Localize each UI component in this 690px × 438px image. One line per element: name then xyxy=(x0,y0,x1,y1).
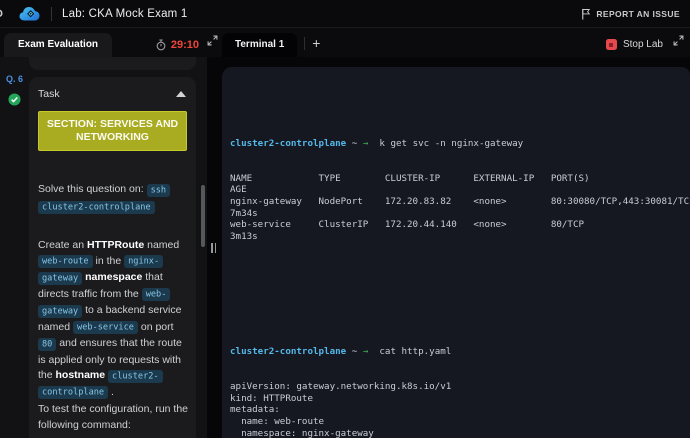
exam-timer: 29:10 xyxy=(155,39,199,57)
lab-title: Lab: CKA Mock Exam 1 xyxy=(62,8,187,20)
terminal-tabs-area: Terminal 1 + Stop Lab xyxy=(222,28,690,57)
expand-left-panel-button[interactable] xyxy=(199,33,222,57)
command-text: cat http.yaml xyxy=(368,346,451,357)
topbar-divider xyxy=(51,7,52,21)
panel-resize-handle[interactable] xyxy=(211,243,216,253)
flag-icon xyxy=(581,8,591,20)
report-issue-label: REPORT AN ISSUE xyxy=(596,9,680,19)
clipped-edge-icon: D xyxy=(0,8,7,20)
svc-output: NAME TYPE CLUSTER-IP EXTERNAL-IP PORT(S)… xyxy=(230,173,690,243)
tab-terminal-1[interactable]: Terminal 1 xyxy=(222,33,297,57)
prompt-line: cluster2-controlplane ~ → k get svc -n n… xyxy=(230,138,690,150)
app-logo-cloud-icon xyxy=(19,5,43,22)
collapse-task-button[interactable] xyxy=(176,91,186,97)
question-number-badge: Q. 6 xyxy=(6,74,23,84)
timer-value: 29:10 xyxy=(171,39,199,51)
expand-terminal-button[interactable] xyxy=(663,33,690,57)
tabs-row: Exam Evaluation 29:10 Terminal 1 + Stop … xyxy=(0,28,690,57)
yaml-output: apiVersion: gateway.networking.k8s.io/v1… xyxy=(230,381,690,438)
stopwatch-icon xyxy=(155,39,167,51)
panel-gutter xyxy=(207,57,222,438)
task-card: Task SECTION: SERVICES AND NETWORKING So… xyxy=(29,77,196,438)
prompt-line: cluster2-controlplane ~ → cat http.yaml xyxy=(230,346,690,358)
prompt-host: cluster2-controlplane xyxy=(230,346,346,357)
main-area: Q. 6 Task SECTION: SERVICES AND NETWORKI… xyxy=(0,57,690,438)
terminal-screen[interactable]: cluster2-controlplane ~ → k get svc -n n… xyxy=(222,67,690,438)
test-note: To test the configuration, run the follo… xyxy=(38,402,190,433)
solve-instruction: Solve this question on: ssh cluster2-con… xyxy=(38,181,190,216)
tab-exam-evaluation[interactable]: Exam Evaluation xyxy=(4,33,112,57)
stop-lab-label: Stop Lab xyxy=(623,39,663,50)
prompt-host: cluster2-controlplane xyxy=(230,138,346,149)
command-text: k get svc -n nginx-gateway xyxy=(368,138,523,149)
exam-question-panel: Q. 6 Task SECTION: SERVICES AND NETWORKI… xyxy=(0,57,207,438)
task-label: Task xyxy=(38,88,60,100)
terminal-block-svc: cluster2-controlplane ~ → k get svc -n n… xyxy=(230,115,690,266)
stop-icon xyxy=(606,39,617,50)
stop-lab-button[interactable]: Stop Lab xyxy=(606,39,663,57)
vertical-scroll-thumb[interactable] xyxy=(201,185,205,247)
task-description: Create an HTTPRoute named web-route in t… xyxy=(38,238,190,401)
task-card-header: Task xyxy=(29,77,196,100)
question-cards-column: Task SECTION: SERVICES AND NETWORKING So… xyxy=(29,57,196,438)
expand-icon xyxy=(673,35,684,46)
previous-card-stub xyxy=(29,57,196,70)
new-terminal-button[interactable]: + xyxy=(312,35,320,57)
report-issue-button[interactable]: REPORT AN ISSUE xyxy=(581,8,680,20)
tab-divider xyxy=(304,37,305,50)
question-solved-check-icon xyxy=(8,93,21,111)
top-bar: D Lab: CKA Mock Exam 1 REPORT AN ISSUE xyxy=(0,0,690,28)
terminal-block-yaml: cluster2-controlplane ~ → cat http.yaml … xyxy=(230,323,690,438)
left-tabs-area: Exam Evaluation 29:10 xyxy=(0,28,222,57)
expand-icon xyxy=(207,35,218,46)
section-banner: SECTION: SERVICES AND NETWORKING xyxy=(38,111,187,151)
